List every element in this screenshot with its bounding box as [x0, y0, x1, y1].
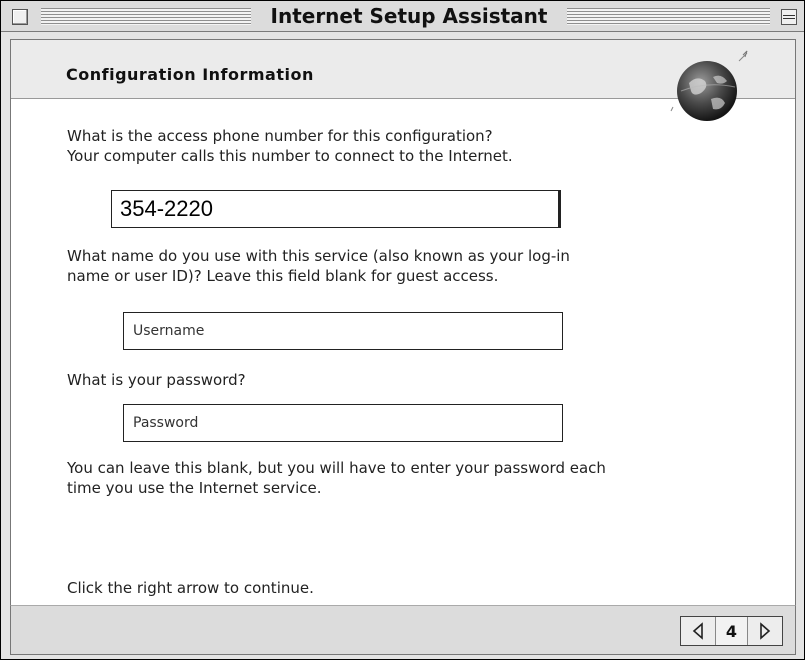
title-bar-stripes-right [567, 8, 770, 25]
section-title: Configuration Information [66, 65, 314, 84]
page-navigator: 4 [680, 616, 783, 646]
left-arrow-icon [692, 622, 703, 640]
window-title: Internet Setup Assistant [251, 3, 567, 29]
title-bar[interactable]: Internet Setup Assistant [1, 1, 804, 32]
next-page-button[interactable] [747, 617, 782, 645]
previous-page-button[interactable] [681, 617, 716, 645]
phone-question-line1: What is the access phone number for this… [67, 127, 493, 145]
close-box-icon[interactable] [12, 9, 28, 25]
collapse-box-icon[interactable] [781, 9, 797, 25]
name-question-line2: name or user ID)? Leave this field blank… [67, 267, 499, 285]
username-value: Username [133, 323, 205, 339]
content-panel: Configuration Information What is the ac… [10, 39, 796, 607]
continue-instruction: Click the right arrow to continue. [67, 579, 314, 597]
setup-assistant-window: Internet Setup Assistant Configuration I… [0, 0, 805, 660]
globe-icon [670, 50, 748, 121]
phone-question-line2: Your computer calls this number to conne… [67, 147, 513, 165]
password-field[interactable]: Password [123, 404, 563, 442]
phone-number-field[interactable]: 354-2220 [111, 190, 561, 228]
name-question-line1: What name do you use with this service (… [67, 247, 570, 265]
username-field[interactable]: Username [123, 312, 563, 350]
title-bar-stripes-left [41, 8, 251, 25]
password-question: What is your password? [67, 371, 246, 389]
phone-number-value: 354-2220 [120, 196, 213, 221]
password-note-line1: You can leave this blank, but you will h… [67, 459, 606, 477]
navigation-footer: 4 [10, 605, 796, 655]
right-arrow-icon [760, 622, 771, 640]
password-note-line2: time you use the Internet service. [67, 479, 322, 497]
password-value: Password [133, 415, 199, 431]
page-number: 4 [725, 621, 738, 641]
